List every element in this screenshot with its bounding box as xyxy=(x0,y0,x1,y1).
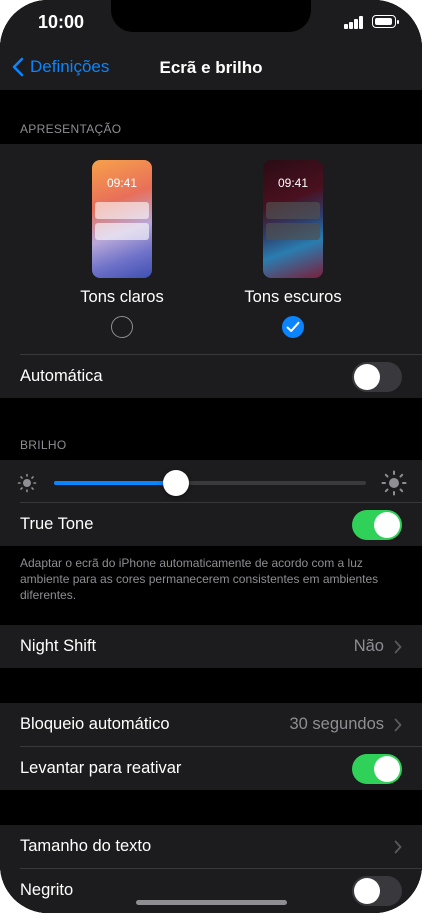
auto-lock-row[interactable]: Bloqueio automático 30 segundos xyxy=(0,703,422,746)
home-indicator[interactable] xyxy=(136,900,287,905)
automatic-toggle[interactable] xyxy=(352,361,402,392)
raise-to-wake-toggle[interactable] xyxy=(352,753,402,784)
true-tone-toggle[interactable] xyxy=(352,509,402,540)
text-size-label: Tamanho do texto xyxy=(20,837,152,855)
brightness-slider-fill xyxy=(54,481,176,485)
brightness-slider-track[interactable] xyxy=(54,481,366,485)
bold-toggle[interactable] xyxy=(352,875,402,906)
automatic-label: Automática xyxy=(20,367,103,385)
chevron-right-icon xyxy=(394,640,402,653)
light-preview-widget xyxy=(95,223,149,240)
cellular-signal-icon xyxy=(344,16,364,29)
status-time: 10:00 xyxy=(38,12,85,32)
checkmark-icon xyxy=(286,321,300,332)
dark-mode-preview[interactable]: 09:41 xyxy=(263,160,323,278)
true-tone-footer: Adaptar o ecrã do iPhone automaticamente… xyxy=(20,556,379,602)
section-header-appearance: APRESENTAÇÃO xyxy=(20,122,122,136)
dark-preview-widget xyxy=(266,202,320,219)
raise-to-wake-row: Levantar para reativar xyxy=(0,747,422,790)
auto-lock-value: 30 segundos xyxy=(289,715,385,733)
appearance-group: 09:41 Tons claros 09:41 Tons escuros Aut… xyxy=(0,144,422,398)
chevron-right-icon xyxy=(394,840,402,853)
text-size-row[interactable]: Tamanho do texto xyxy=(0,825,422,868)
brightness-group: True Tone xyxy=(0,460,422,546)
sun-small-icon xyxy=(17,473,37,493)
dark-mode-radio[interactable] xyxy=(282,316,304,338)
status-bar: 10:00 xyxy=(0,0,422,44)
light-preview-clock: 09:41 xyxy=(106,176,138,190)
night-shift-value: Não xyxy=(353,637,384,655)
sun-large-icon xyxy=(381,470,407,496)
lock-group: Bloqueio automático 30 segundos Levantar… xyxy=(0,703,422,790)
night-shift-label: Night Shift xyxy=(20,637,97,655)
raise-to-wake-label: Levantar para reativar xyxy=(20,759,182,777)
night-shift-group: Night Shift Não xyxy=(0,625,422,668)
dark-preview-widget xyxy=(266,223,320,240)
automatic-row: Automática xyxy=(0,355,422,398)
light-mode-preview[interactable]: 09:41 xyxy=(92,160,152,278)
phone-frame: 10:00 Definições Ecrã e brilho APRESENTA… xyxy=(0,0,422,913)
bold-row: Negrito xyxy=(0,869,422,912)
screen: 10:00 Definições Ecrã e brilho APRESENTA… xyxy=(0,0,422,913)
night-shift-row[interactable]: Night Shift Não xyxy=(0,625,422,668)
dark-mode-label: Tons escuros xyxy=(244,288,342,306)
true-tone-row: True Tone xyxy=(0,503,422,546)
navigation-bar: Definições Ecrã e brilho xyxy=(0,44,422,90)
battery-icon xyxy=(372,15,399,28)
section-header-brightness: BRILHO xyxy=(20,438,67,452)
chevron-right-icon xyxy=(394,718,402,731)
bold-label: Negrito xyxy=(20,881,74,899)
brightness-slider-thumb[interactable] xyxy=(162,470,189,496)
true-tone-label: True Tone xyxy=(20,515,94,533)
auto-lock-label: Bloqueio automático xyxy=(20,715,170,733)
notch xyxy=(111,0,311,32)
dark-preview-clock: 09:41 xyxy=(277,176,309,190)
light-mode-label: Tons claros xyxy=(80,288,164,306)
light-mode-radio[interactable] xyxy=(111,316,133,338)
light-preview-widget xyxy=(95,202,149,219)
page-title: Ecrã e brilho xyxy=(159,58,263,77)
